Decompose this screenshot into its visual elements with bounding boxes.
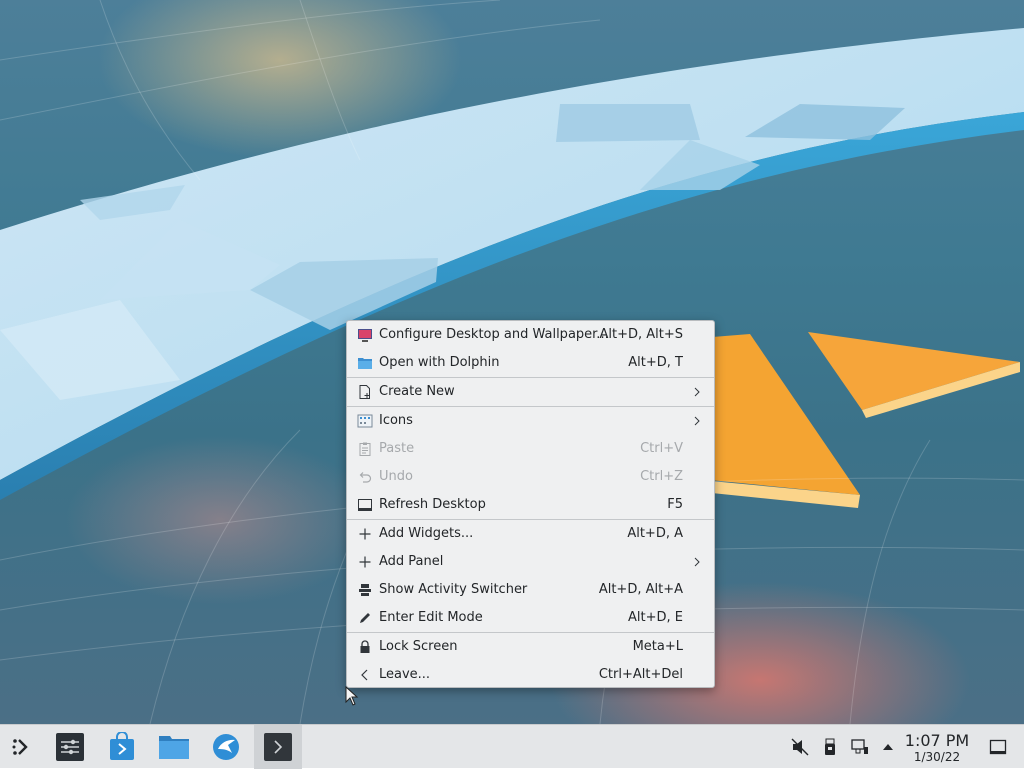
menu-item-shortcut: Alt+D, E bbox=[628, 610, 683, 625]
menu-item-create-new[interactable]: Create New bbox=[347, 378, 714, 406]
clock-time[interactable]: 1:07 PM bbox=[900, 731, 974, 750]
menu-item-shortcut: Meta+L bbox=[632, 639, 683, 654]
chevron-left-icon bbox=[361, 669, 368, 681]
menu-item-paste[interactable]: Paste Ctrl+V bbox=[347, 435, 714, 463]
menu-item-shortcut: Alt+D, Alt+S bbox=[599, 327, 683, 342]
pencil-icon bbox=[360, 613, 370, 623]
folder-icon bbox=[358, 358, 372, 369]
clock-date[interactable]: 1/30/22 bbox=[900, 750, 974, 764]
menu-item-enter-edit-mode[interactable]: Enter Edit Mode Alt+D, E bbox=[347, 604, 714, 632]
menu-item-configure-desktop[interactable]: Configure Desktop and Wallpaper... Alt+D… bbox=[347, 321, 714, 349]
menu-item-shortcut: Alt+D, T bbox=[628, 355, 683, 370]
show-desktop-button[interactable] bbox=[984, 725, 1012, 769]
konsole-terminal-icon bbox=[264, 733, 292, 761]
menu-item-label: Leave... bbox=[379, 667, 431, 682]
menu-item-icons[interactable]: Icons bbox=[347, 407, 714, 435]
tray-volume[interactable] bbox=[788, 725, 812, 769]
menu-item-undo[interactable]: Undo Ctrl+Z bbox=[347, 463, 714, 491]
network-icon bbox=[851, 739, 868, 754]
menu-item-label: Lock Screen bbox=[379, 639, 458, 654]
menu-item-label: Enter Edit Mode bbox=[379, 610, 483, 625]
menu-item-add-panel[interactable]: Add Panel bbox=[347, 548, 714, 576]
menu-item-refresh-desktop[interactable]: Refresh Desktop F5 bbox=[347, 491, 714, 519]
lock-icon bbox=[360, 640, 370, 653]
system-settings-icon bbox=[56, 733, 84, 761]
show-desktop-icon bbox=[989, 739, 1007, 755]
menu-item-show-activity-switcher[interactable]: Show Activity Switcher Alt+D, Alt+A bbox=[347, 576, 714, 604]
application-launcher[interactable] bbox=[4, 725, 40, 769]
menu-item-label: Paste bbox=[379, 441, 415, 456]
mouse-cursor-icon bbox=[345, 686, 359, 706]
menu-item-shortcut: Alt+D, A bbox=[627, 526, 683, 541]
menu-item-add-widgets[interactable]: Add Widgets... Alt+D, A bbox=[347, 520, 714, 548]
web-browser-icon bbox=[213, 734, 239, 760]
menu-item-shortcut: Ctrl+Alt+Del bbox=[598, 667, 683, 682]
chevron-right-icon bbox=[694, 416, 700, 426]
menu-item-open-with-dolphin[interactable]: Open with Dolphin Alt+D, T bbox=[347, 349, 714, 377]
menu-item-shortcut: F5 bbox=[667, 497, 683, 512]
menu-item-label: Icons bbox=[379, 413, 413, 428]
paste-icon bbox=[359, 442, 371, 456]
menu-item-label: Open with Dolphin bbox=[379, 355, 500, 370]
refresh-icon bbox=[358, 499, 372, 511]
menu-item-leave[interactable]: Leave... Ctrl+Alt+Del bbox=[347, 661, 714, 689]
plus-icon bbox=[359, 528, 371, 540]
menu-item-lock-screen[interactable]: Lock Screen Meta+L bbox=[347, 633, 714, 661]
chevron-right-icon bbox=[694, 557, 700, 567]
dolphin-folder-icon bbox=[159, 736, 189, 759]
configure-desktop-icon bbox=[358, 329, 372, 342]
menu-item-label: Add Panel bbox=[379, 554, 444, 569]
menu-item-label: Show Activity Switcher bbox=[379, 582, 528, 597]
undo-icon bbox=[359, 472, 372, 483]
icons-view-icon bbox=[357, 414, 373, 428]
plus-icon bbox=[359, 556, 371, 568]
taskbar-dolphin[interactable] bbox=[154, 725, 194, 769]
application-launcher-icon bbox=[12, 739, 28, 755]
taskbar-panel: 1:07 PM 1/30/22 bbox=[0, 724, 1024, 769]
menu-item-label: Create New bbox=[379, 384, 455, 399]
activities-icon bbox=[359, 584, 371, 596]
taskbar-konsole-active[interactable] bbox=[254, 725, 302, 769]
desktop-context-menu: Configure Desktop and Wallpaper... Alt+D… bbox=[346, 320, 715, 688]
tray-device[interactable] bbox=[818, 725, 842, 769]
menu-item-label: Undo bbox=[379, 469, 413, 484]
muted-volume-icon bbox=[791, 738, 809, 756]
menu-item-label: Configure Desktop and Wallpaper... bbox=[379, 327, 609, 342]
chevron-right-icon bbox=[694, 387, 700, 397]
menu-item-shortcut: Ctrl+Z bbox=[640, 469, 683, 484]
expand-tray-icon bbox=[883, 744, 893, 750]
menu-item-label: Add Widgets... bbox=[379, 526, 474, 541]
discover-store-icon bbox=[110, 732, 134, 760]
taskbar-web-browser[interactable] bbox=[206, 725, 246, 769]
taskbar-discover[interactable] bbox=[102, 725, 142, 769]
menu-item-shortcut: Alt+D, Alt+A bbox=[598, 582, 683, 597]
menu-item-shortcut: Ctrl+V bbox=[640, 441, 683, 456]
tray-expand[interactable] bbox=[878, 725, 898, 769]
tray-network[interactable] bbox=[848, 725, 872, 769]
taskbar-system-settings[interactable] bbox=[50, 725, 90, 769]
menu-item-label: Refresh Desktop bbox=[379, 497, 486, 512]
usb-device-icon bbox=[825, 738, 835, 755]
new-document-icon bbox=[359, 385, 370, 399]
